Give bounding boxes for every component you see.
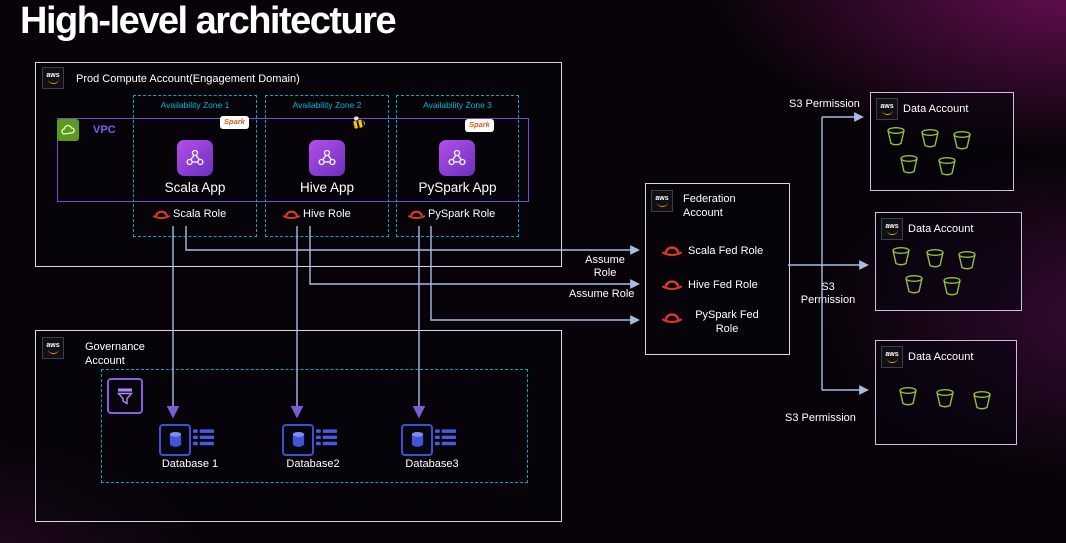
vpc-icon bbox=[57, 119, 79, 141]
s3-bucket-icon bbox=[924, 247, 946, 274]
aws-logo-icon: aws bbox=[881, 218, 903, 240]
pyspark-app-icon bbox=[439, 140, 475, 176]
data-account-2-label: Data Account bbox=[908, 223, 974, 235]
s3-bucket-icon bbox=[936, 155, 958, 182]
s3-permission-label-middle: S3 Permission bbox=[800, 281, 856, 307]
table-icon bbox=[193, 428, 214, 452]
aws-logo-icon: aws bbox=[42, 67, 64, 89]
iam-role-icon bbox=[661, 241, 683, 262]
governance-account-box: aws Governance Account Database 1 Databa… bbox=[35, 330, 562, 522]
s3-bucket-icon bbox=[934, 387, 956, 414]
s3-bucket-icon bbox=[971, 389, 993, 416]
scala-fed-role-label: Scala Fed Role bbox=[688, 245, 764, 257]
aws-logo-text: aws bbox=[46, 342, 60, 349]
data-account-1-label: Data Account bbox=[903, 103, 969, 115]
database-icon bbox=[282, 424, 314, 456]
s3-permission-label-bottom: S3 Permission bbox=[785, 412, 856, 424]
table-icon bbox=[435, 428, 456, 452]
hive-bee-icon bbox=[351, 118, 366, 130]
availability-zone-1-box: Availability Zone 1 Spark Scala App Scal… bbox=[133, 95, 257, 237]
lake-formation-icon bbox=[107, 378, 143, 414]
aws-logo-text: aws bbox=[885, 223, 899, 230]
page-title: High-level architecture bbox=[20, 0, 397, 42]
architecture-diagram: High-level architecture aws Prod Compute… bbox=[0, 0, 1066, 543]
hive-fed-role-label: Hive Fed Role bbox=[688, 279, 758, 291]
aws-logo-icon: aws bbox=[42, 337, 64, 359]
iam-role-icon bbox=[661, 308, 683, 329]
database-icon bbox=[159, 424, 191, 456]
s3-bucket-icon bbox=[941, 275, 963, 302]
aws-logo-icon: aws bbox=[651, 190, 673, 212]
data-account-box-3: aws Data Account bbox=[875, 340, 1017, 445]
availability-zone-1-label: Availability Zone 1 bbox=[160, 100, 230, 110]
s3-bucket-icon bbox=[897, 385, 919, 412]
database-2-label: Database2 bbox=[286, 458, 340, 470]
availability-zone-3-box: Availability Zone 3 Spark PySpark App Py… bbox=[396, 95, 519, 237]
assume-role-label-bottom: Assume Role bbox=[569, 288, 635, 300]
database-3-label: Database3 bbox=[405, 458, 459, 470]
hive-role-label: Hive Role bbox=[303, 208, 351, 220]
scala-app-label: Scala App bbox=[164, 180, 226, 195]
spark-logo-text: Spark bbox=[224, 117, 245, 126]
vpc-label: VPC bbox=[93, 124, 116, 136]
federation-account-box: aws Federation Account Scala Fed Role Hi… bbox=[645, 183, 790, 355]
hive-app-icon bbox=[309, 140, 345, 176]
s3-bucket-icon bbox=[885, 125, 907, 152]
iam-role-icon bbox=[407, 206, 426, 225]
database-1-label: Database 1 bbox=[161, 458, 219, 470]
aws-logo-icon: aws bbox=[876, 98, 898, 120]
aws-logo-text: aws bbox=[655, 195, 669, 202]
data-account-box-2: aws Data Account bbox=[875, 212, 1022, 311]
iam-role-icon bbox=[661, 275, 683, 296]
availability-zone-2-box: Availability Zone 2 Hive App Hive Role bbox=[265, 95, 389, 237]
federation-account-label: Federation Account bbox=[683, 193, 736, 219]
hive-app-label: Hive App bbox=[299, 180, 355, 195]
iam-role-icon bbox=[152, 206, 171, 225]
aws-logo-icon: aws bbox=[881, 346, 903, 368]
availability-zone-2-label: Availability Zone 2 bbox=[292, 100, 362, 110]
s3-permission-label-top: S3 Permission bbox=[789, 98, 860, 110]
pyspark-app-label: PySpark App bbox=[418, 180, 497, 195]
s3-bucket-icon bbox=[890, 245, 912, 272]
database-icon bbox=[401, 424, 433, 456]
spark-logo-icon: Spark bbox=[220, 116, 249, 129]
assume-role-label-top: Assume Role bbox=[585, 254, 625, 280]
table-icon bbox=[316, 428, 337, 452]
governance-account-label: Governance Account bbox=[85, 341, 145, 367]
pyspark-fed-role-label: PySpark Fed Role bbox=[695, 309, 759, 335]
scala-app-icon bbox=[177, 140, 213, 176]
spark-logo-text: Spark bbox=[469, 120, 490, 129]
aws-logo-text: aws bbox=[885, 351, 899, 358]
spark-logo-icon: Spark bbox=[465, 119, 494, 132]
data-account-box-1: aws Data Account bbox=[870, 92, 1014, 191]
scala-role-label: Scala Role bbox=[173, 208, 227, 220]
pyspark-role-label: PySpark Role bbox=[428, 208, 496, 220]
data-account-3-label: Data Account bbox=[908, 351, 974, 363]
s3-bucket-icon bbox=[903, 273, 925, 300]
aws-logo-text: aws bbox=[46, 72, 60, 79]
prod-account-label: Prod Compute Account(Engagement Domain) bbox=[76, 73, 300, 85]
s3-bucket-icon bbox=[919, 127, 941, 154]
s3-bucket-icon bbox=[898, 153, 920, 180]
s3-bucket-icon bbox=[956, 249, 978, 276]
availability-zone-3-label: Availability Zone 3 bbox=[423, 100, 492, 110]
iam-role-icon bbox=[282, 206, 301, 225]
aws-logo-text: aws bbox=[880, 103, 894, 110]
s3-bucket-icon bbox=[951, 129, 973, 156]
